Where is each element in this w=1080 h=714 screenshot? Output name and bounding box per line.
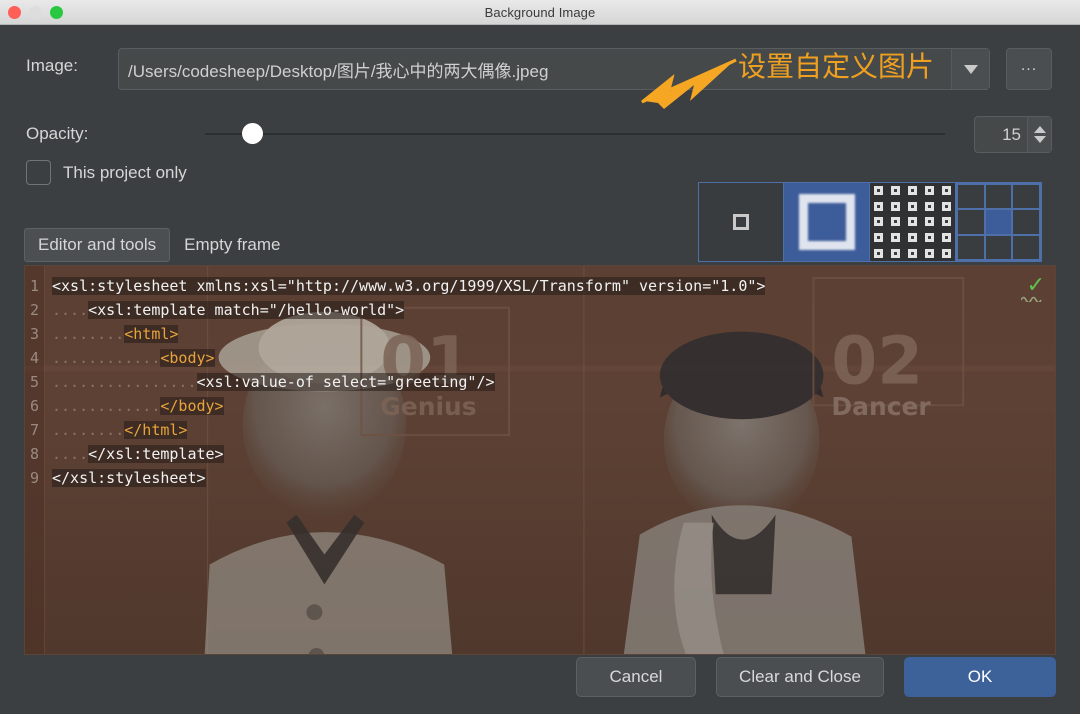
code-indent: ........: [52, 421, 125, 439]
annotation-arrow-icon: [641, 58, 737, 109]
chevron-down-icon[interactable]: [1033, 136, 1046, 143]
tab-empty-frame[interactable]: Empty frame: [170, 228, 294, 262]
line-number: 6: [29, 397, 39, 415]
close-window-button[interactable]: [8, 6, 21, 19]
opacity-row: Opacity: 15: [0, 110, 1080, 160]
line-number: 9: [29, 469, 39, 487]
opacity-slider[interactable]: [205, 123, 945, 144]
line-number: 4: [29, 349, 39, 367]
opacity-slider-track[interactable]: [205, 133, 945, 135]
window-title: Background Image: [484, 4, 596, 20]
background-image-dialog: Image: /Users/codesheep/Desktop/图片/我心中的两…: [0, 25, 1080, 714]
anchor-cell-bottom-center[interactable]: [985, 235, 1012, 259]
code-text: <xsl:stylesheet xmlns:xsl="http://www.w3…: [52, 277, 766, 295]
chevron-up-icon[interactable]: [1033, 126, 1046, 133]
ok-button[interactable]: OK: [904, 657, 1056, 697]
line-number: 5: [29, 373, 39, 391]
code-line: 2 ....<xsl:template match="/hello-world"…: [25, 298, 1055, 322]
background-preview-panel[interactable]: 01 Genius 02 Dancer 1 <xsl:stylesheet xm…: [24, 265, 1056, 655]
this-project-only-label: This project only: [63, 162, 187, 182]
dialog-button-bar: Cancel Clear and Close OK: [576, 657, 1056, 697]
opacity-stepper-arrows[interactable]: [1027, 117, 1051, 152]
opacity-slider-thumb[interactable]: [242, 123, 263, 144]
cancel-button[interactable]: Cancel: [576, 657, 696, 697]
scaled-fill-icon: [798, 194, 855, 250]
browse-file-button[interactable]: ...: [1006, 48, 1052, 90]
minimize-window-button[interactable]: [29, 6, 42, 19]
tiled-fill-icon: [870, 183, 955, 261]
opacity-value[interactable]: 15: [975, 117, 1027, 152]
anchor-position-grid[interactable]: [956, 183, 1041, 261]
anchor-cell-bottom-right[interactable]: [1013, 235, 1039, 259]
center-fill-icon: [733, 214, 749, 230]
fill-mode-scaled[interactable]: [784, 182, 870, 262]
code-text: <html>: [124, 325, 179, 343]
line-number: 1: [29, 277, 39, 295]
code-line: 8 ....</xsl:template>: [25, 442, 1055, 466]
anchor-cell-top-right[interactable]: [1013, 185, 1039, 209]
code-line: 7 ........</html>: [25, 418, 1055, 442]
anchor-cell-middle-left[interactable]: [958, 210, 984, 234]
preview-target-tabs[interactable]: Editor and tools Empty frame: [24, 228, 295, 262]
code-text: <body>: [160, 349, 215, 367]
code-indent: ........: [52, 325, 125, 343]
image-label: Image:: [26, 56, 78, 75]
code-text: <xsl:template match="/hello-world">: [88, 301, 405, 319]
code-indent: ....: [52, 301, 89, 319]
fill-mode-selector[interactable]: [698, 182, 1042, 262]
line-number: 2: [29, 301, 39, 319]
window-titlebar: Background Image: [0, 0, 1080, 25]
inspection-ok-checkmark-icon[interactable]: ✓: [1027, 274, 1045, 296]
code-indent: ....: [52, 445, 89, 463]
tab-editor-and-tools[interactable]: Editor and tools: [24, 228, 171, 262]
opacity-label: Opacity:: [26, 124, 89, 143]
line-number: 8: [29, 445, 39, 463]
anchor-cell-bottom-left[interactable]: [958, 235, 984, 259]
clear-and-close-button[interactable]: Clear and Close: [716, 657, 884, 697]
image-path-dropdown-button[interactable]: [951, 49, 989, 89]
chevron-down-icon: [963, 64, 978, 74]
window-controls[interactable]: [8, 6, 63, 19]
line-number: 3: [29, 325, 39, 343]
line-number: 7: [29, 421, 39, 439]
anchor-cell-top-left[interactable]: [958, 185, 984, 209]
code-indent: ................: [52, 373, 197, 391]
code-line: 9 </xsl:stylesheet>: [25, 466, 1055, 490]
code-text: </xsl:stylesheet>: [52, 469, 206, 487]
code-indent: ............: [52, 397, 161, 415]
code-line: 6 ............</body>: [25, 394, 1055, 418]
code-text: </xsl:template>: [88, 445, 224, 463]
annotation-label: 设置自定义图片: [738, 50, 935, 83]
this-project-only-row[interactable]: This project only: [26, 160, 187, 185]
code-line: 1 <xsl:stylesheet xmlns:xsl="http://www.…: [25, 274, 1055, 298]
inspection-squiggle-icon: [1021, 296, 1042, 302]
this-project-only-checkbox[interactable]: [26, 160, 51, 185]
fill-mode-anchor-grid[interactable]: [956, 182, 1042, 262]
code-editor-content[interactable]: 1 <xsl:stylesheet xmlns:xsl="http://www.…: [25, 274, 1055, 490]
code-indent: ............: [52, 349, 161, 367]
fill-mode-tiled[interactable]: [870, 182, 956, 262]
code-line: 5 ................<xsl:value-of select="…: [25, 370, 1055, 394]
anchor-cell-middle-center[interactable]: [985, 210, 1012, 234]
code-text: <xsl:value-of select="greeting"/>: [196, 373, 495, 391]
fill-mode-center[interactable]: [698, 182, 784, 262]
maximize-window-button[interactable]: [50, 6, 63, 19]
code-text: </html>: [124, 421, 188, 439]
opacity-stepper[interactable]: 15: [974, 116, 1052, 153]
code-text: </body>: [160, 397, 224, 415]
code-line: 4 ............<body>: [25, 346, 1055, 370]
anchor-cell-top-center[interactable]: [985, 185, 1012, 209]
anchor-cell-middle-right[interactable]: [1013, 210, 1039, 234]
code-line: 3 ........<html>: [25, 322, 1055, 346]
